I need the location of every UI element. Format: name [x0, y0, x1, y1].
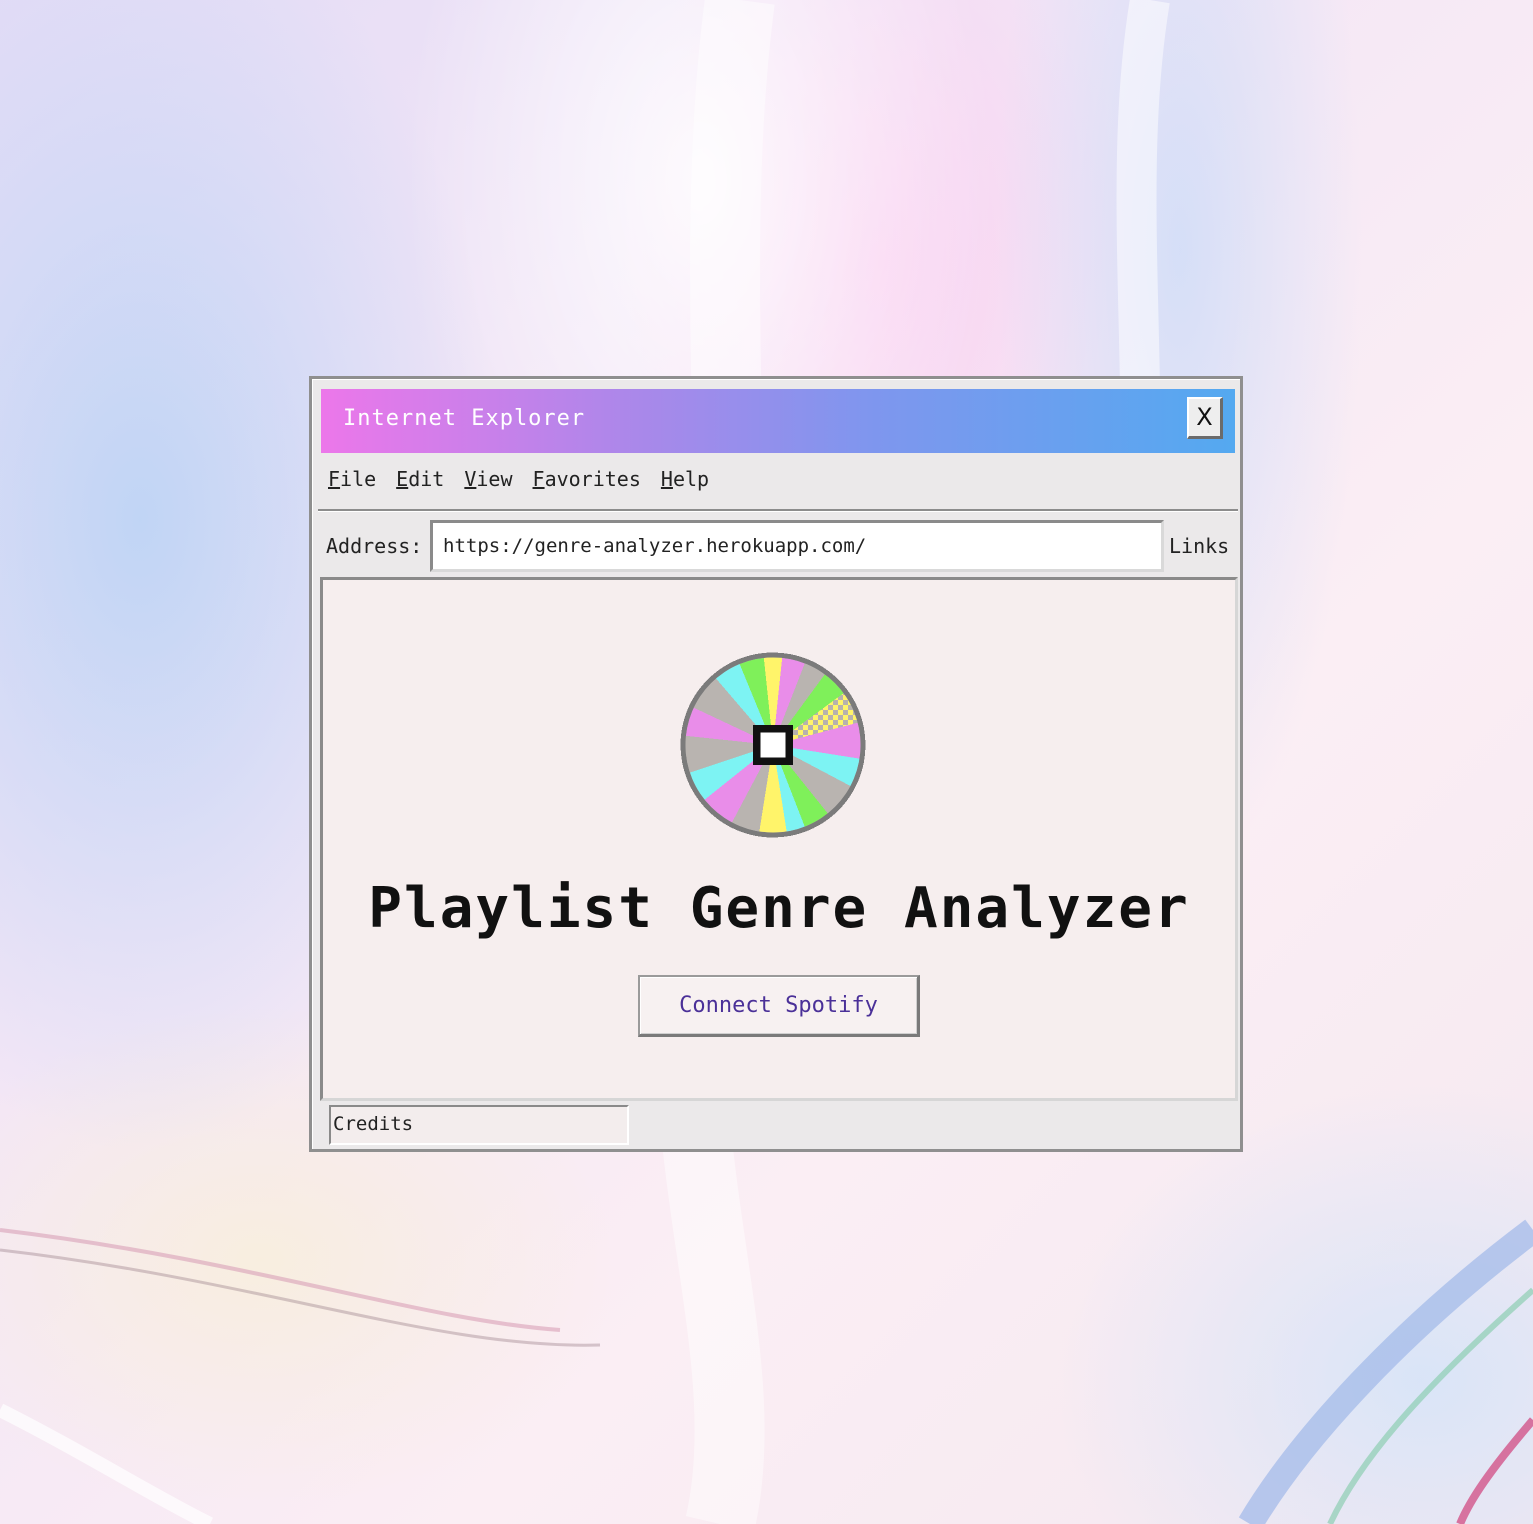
links-button[interactable]: Links — [1169, 534, 1229, 558]
menu-favorites[interactable]: Favorites — [533, 467, 641, 497]
menu-file[interactable]: File — [328, 467, 376, 497]
page-viewport: Playlist Genre Analyzer Connect Spotify — [320, 577, 1238, 1101]
menu-edit[interactable]: Edit — [396, 467, 444, 497]
connect-spotify-button[interactable]: Connect Spotify — [638, 975, 920, 1037]
address-input[interactable] — [430, 520, 1164, 572]
page-title: Playlist Genre Analyzer — [368, 876, 1190, 941]
menu-bar: File Edit View Favorites Help — [328, 467, 709, 497]
menu-divider — [318, 509, 1238, 512]
address-label: Address: — [326, 534, 423, 558]
close-button[interactable]: X — [1187, 397, 1223, 439]
title-bar[interactable]: Internet Explorer X — [321, 389, 1235, 453]
pixel-cd-icon — [680, 652, 866, 838]
window-title: Internet Explorer — [343, 406, 586, 431]
menu-view[interactable]: View — [464, 467, 512, 497]
menu-help[interactable]: Help — [661, 467, 709, 497]
browser-window: Internet Explorer X File Edit View Favor… — [309, 376, 1243, 1152]
credits-field[interactable]: Credits — [329, 1105, 629, 1145]
